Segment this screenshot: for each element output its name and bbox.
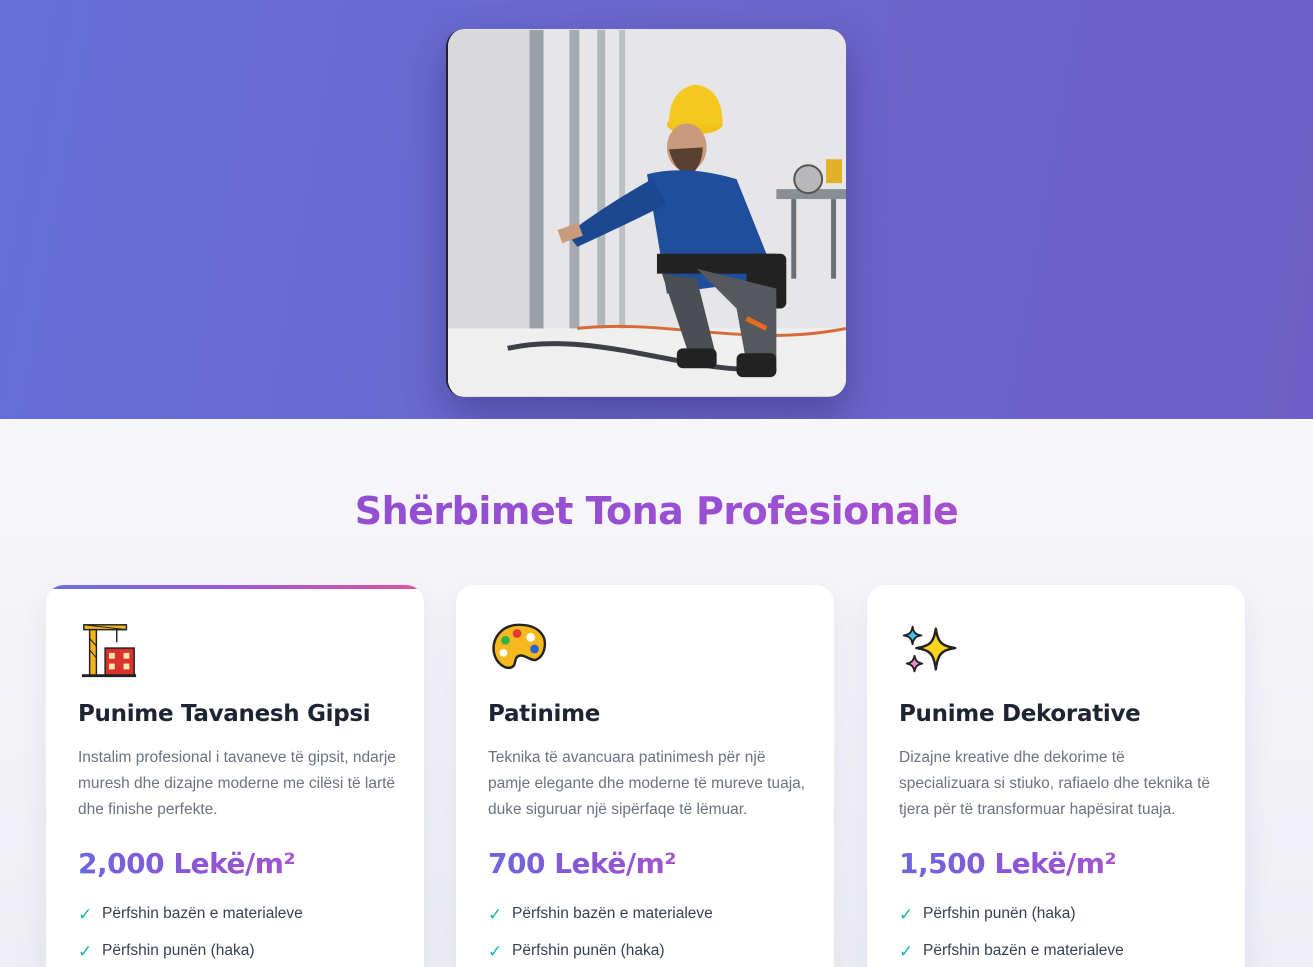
artist-palette-icon	[488, 619, 550, 681]
service-price: 2,000 Lekë/m²	[78, 847, 296, 880]
feature-item: ✓ Përfshin bazën e materialeve	[488, 905, 713, 942]
services-title: Shërbimet Tona Profesionale	[0, 489, 1313, 533]
feature-item: ✓ Përfshin punën (haka)	[488, 942, 713, 967]
sparkles-icon	[899, 619, 961, 681]
feature-item: ✓ Përfshin punën (haka)	[899, 905, 1124, 942]
service-card-patinime[interactable]: Patinime Teknika të avancuara patinimesh…	[456, 585, 834, 967]
check-icon: ✓	[78, 905, 93, 925]
check-icon: ✓	[899, 905, 914, 925]
service-description: Instalim profesional i tavaneve të gipsi…	[78, 749, 396, 818]
feature-item: ✓ Përfshin bazën e materialeve	[899, 942, 1124, 967]
hero-worker-photo	[446, 29, 846, 397]
service-features: ✓ Përfshin bazën e materialeve ✓ Përfshin …	[488, 905, 713, 967]
service-title: Punime Dekorative	[899, 701, 1141, 727]
card-accent-bar	[46, 585, 424, 589]
feature-label: Përfshin bazën e materialeve	[923, 942, 1124, 959]
feature-label: Përfshin punën (haka)	[102, 942, 255, 959]
check-icon: ✓	[899, 942, 914, 962]
check-icon: ✓	[488, 942, 503, 962]
check-icon: ✓	[488, 905, 503, 925]
service-features: ✓ Përfshin bazën e materialeve ✓ Përfshin …	[78, 905, 303, 967]
service-features: ✓ Përfshin punën (haka) ✓ Përfshin bazën e…	[899, 905, 1124, 967]
feature-label: Përfshin punën (haka)	[923, 905, 1076, 922]
service-title: Patinime	[488, 701, 601, 727]
hero-section	[0, 0, 1313, 419]
feature-label: Përfshin bazën e materialeve	[512, 905, 713, 922]
feature-item: ✓ Përfshin bazën e materialeve	[78, 905, 303, 942]
service-price: 700 Lekë/m²	[488, 847, 677, 880]
worker-illustration	[448, 29, 846, 397]
service-card-decorative[interactable]: Punime Dekorative Dizajne kreative dhe d…	[867, 585, 1245, 967]
construction-crane-icon	[78, 619, 140, 681]
feature-item: ✓ Përfshin punën (haka)	[78, 942, 303, 967]
services-section: Shërbimet Tona Profesionale Punime Tavan…	[0, 419, 1313, 967]
check-icon: ✓	[78, 942, 93, 962]
service-title: Punime Tavanesh Gipsi	[78, 701, 371, 727]
feature-label: Përfshin bazën e materialeve	[102, 905, 303, 922]
service-price: 1,500 Lekë/m²	[899, 847, 1117, 880]
service-description: Teknika të avancuara patinimesh për një …	[488, 749, 806, 818]
service-description: Dizajne kreative dhe dekorime të special…	[899, 749, 1211, 818]
feature-label: Përfshin punën (haka)	[512, 942, 665, 959]
service-card-gypsum-ceilings[interactable]: Punime Tavanesh Gipsi Instalim profesion…	[46, 585, 424, 967]
